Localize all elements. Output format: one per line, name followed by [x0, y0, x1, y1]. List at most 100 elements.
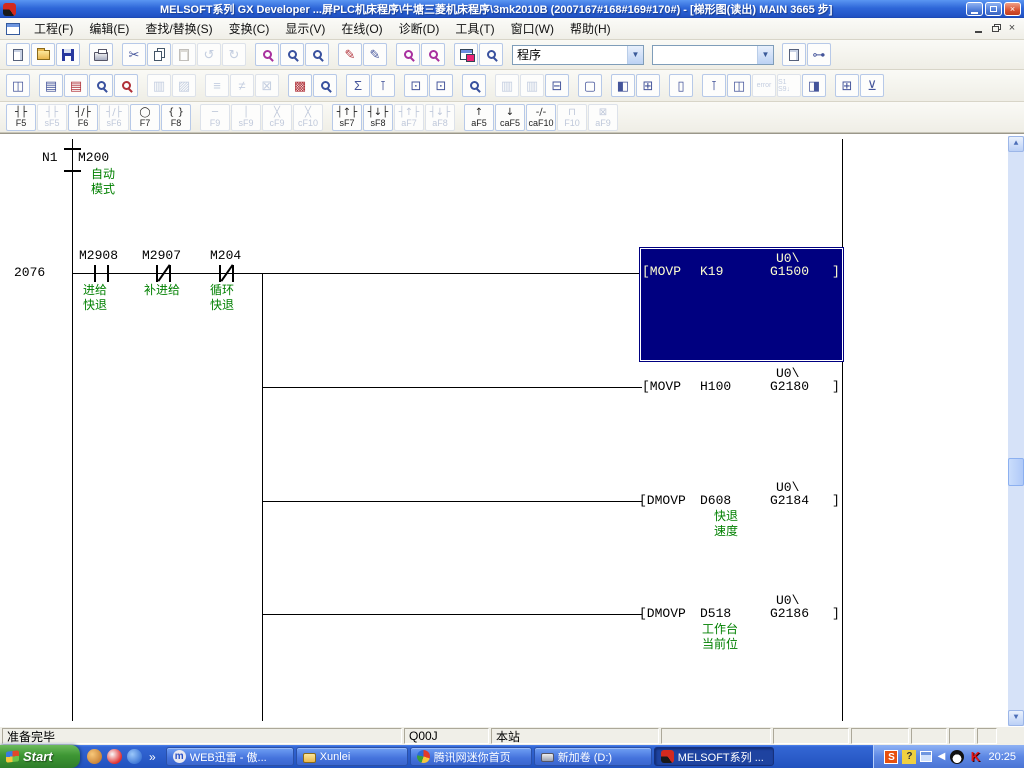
menu-view[interactable]: 显示(V): [277, 17, 333, 40]
zoom-monitor-button[interactable]: [89, 74, 113, 97]
menu-find-replace[interactable]: 查找/替换(S): [137, 17, 220, 40]
instruction-source[interactable]: D518: [700, 607, 731, 620]
collapse-chevron-icon[interactable]: ◀: [936, 750, 946, 764]
chevron-down-icon[interactable]: ▼: [627, 45, 643, 64]
menu-online[interactable]: 在线(O): [333, 17, 390, 40]
monitor-find-button[interactable]: [479, 43, 503, 66]
start-button[interactable]: Start: [0, 745, 80, 768]
save-project-button[interactable]: [56, 43, 80, 66]
grid-view-button[interactable]: ⊞: [835, 74, 859, 97]
flashget-icon[interactable]: [87, 749, 102, 764]
contact-device-label[interactable]: M204: [210, 249, 241, 262]
menu-edit[interactable]: 编辑(E): [81, 17, 137, 40]
taskbar-button-qq-minipage[interactable]: 腾讯网迷你首页: [409, 747, 532, 766]
falling-edge-caf5-button[interactable]: ↓ caF5: [495, 103, 525, 131]
kaspersky-tray-icon[interactable]: K: [968, 749, 982, 764]
menu-help[interactable]: 帮助(H): [562, 17, 619, 40]
screen-monitor-button[interactable]: ▢: [578, 74, 602, 97]
ladder-monitor-button[interactable]: ▤: [39, 74, 63, 97]
mdi-minimize-button[interactable]: [970, 22, 986, 36]
zoom-out-button[interactable]: [396, 43, 420, 66]
copy-button[interactable]: [147, 43, 171, 66]
instruction-source[interactable]: H100: [700, 380, 731, 393]
monitor-condition-button[interactable]: [313, 74, 337, 97]
chevron-more-icon[interactable]: »: [147, 750, 158, 764]
zoom-in-button[interactable]: [421, 43, 445, 66]
jump-window-2-button[interactable]: ⊡: [429, 74, 453, 97]
program-type-combobox[interactable]: 程序 ▼: [512, 44, 644, 65]
doc-view-button[interactable]: ▯: [669, 74, 693, 97]
menu-project[interactable]: 工程(F): [26, 17, 81, 40]
sort-down-button[interactable]: ⊻: [860, 74, 884, 97]
tree-view-button[interactable]: ◧: [611, 74, 635, 97]
menu-tools[interactable]: 工具(T): [447, 17, 502, 40]
jump-window-1-button[interactable]: ⊡: [404, 74, 428, 97]
print-button[interactable]: [89, 43, 113, 66]
instruction-dest[interactable]: G2184: [770, 494, 809, 507]
rising-pulse-sf7-button[interactable]: ┤↑├ sF7: [332, 103, 362, 131]
vertical-scrollbar[interactable]: ▲ ▼: [1008, 136, 1024, 726]
close-button[interactable]: ×: [1004, 2, 1021, 16]
window-list-button[interactable]: ◨: [802, 74, 826, 97]
instruction-opcode[interactable]: [MOVP: [642, 380, 681, 393]
device-name-combobox[interactable]: ▼: [652, 44, 774, 65]
chevron-down-icon[interactable]: ▼: [757, 45, 773, 64]
comment-display-button[interactable]: ◫: [6, 74, 30, 97]
verify-monitor-button[interactable]: ⊞: [636, 74, 660, 97]
nest-device-label[interactable]: M200: [78, 151, 109, 164]
menu-diagnostics[interactable]: 诊断(D): [391, 17, 448, 40]
stack-monitor-button[interactable]: ⊺: [702, 74, 726, 97]
instruction-opcode[interactable]: [DMOVP: [639, 494, 686, 507]
taskbar-button-webthunder[interactable]: m WEB迅雷 - 傲...: [165, 747, 294, 766]
device-batch-button[interactable]: ▩: [288, 74, 312, 97]
contact-device-label[interactable]: M2908: [79, 249, 118, 262]
open-project-button[interactable]: [31, 43, 55, 66]
find-instruction-button[interactable]: [305, 43, 329, 66]
mdi-close-button[interactable]: ×: [1004, 22, 1020, 36]
doc-check-button[interactable]: [782, 43, 806, 66]
parameter-tree-button[interactable]: ⊶: [807, 43, 831, 66]
menu-window[interactable]: 窗口(W): [503, 17, 562, 40]
qq-tray-icon[interactable]: [950, 749, 965, 764]
maximize-button[interactable]: [985, 2, 1002, 16]
device-edit-button[interactable]: ✎: [363, 43, 387, 66]
zoom-edit-button[interactable]: [114, 74, 138, 97]
minimize-button[interactable]: [966, 2, 983, 16]
network-monitor-button[interactable]: [462, 74, 486, 97]
network-tray-icon[interactable]: [920, 751, 933, 762]
instruction-dest[interactable]: G2186: [770, 607, 809, 620]
rising-edge-af5-button[interactable]: ↑ aF5: [464, 103, 494, 131]
find-button[interactable]: [255, 43, 279, 66]
instruction-opcode[interactable]: [DMOVP: [639, 607, 686, 620]
find-device-button[interactable]: [280, 43, 304, 66]
device-test-button[interactable]: ✎: [338, 43, 362, 66]
cascade-windows-button[interactable]: [454, 43, 478, 66]
program-flow-button[interactable]: ⊟: [545, 74, 569, 97]
qq-icon[interactable]: [107, 749, 122, 764]
cut-button[interactable]: ✂: [122, 43, 146, 66]
instruction-source[interactable]: D608: [700, 494, 731, 507]
media-player-icon[interactable]: [127, 749, 142, 764]
statement-display-button[interactable]: Σ: [346, 74, 370, 97]
scroll-down-button[interactable]: ▼: [1008, 710, 1024, 726]
ladder-window-icon[interactable]: [6, 22, 20, 35]
menu-convert[interactable]: 变换(C): [221, 17, 278, 40]
application-instruction-f8-button[interactable]: { } F8: [161, 103, 191, 131]
new-project-button[interactable]: [6, 43, 30, 66]
closed-contact-f6-button[interactable]: ┤/├ F6: [68, 103, 98, 131]
help-tray-icon[interactable]: ?: [902, 749, 917, 764]
coil-f7-button[interactable]: ◯ F7: [130, 103, 160, 131]
scrollbar-thumb[interactable]: [1008, 458, 1024, 486]
window-copy-button[interactable]: ◫: [727, 74, 751, 97]
taskbar-button-volume-d[interactable]: 新加卷 (D:): [533, 747, 652, 766]
open-contact-f5-button[interactable]: ┤├ F5: [6, 103, 36, 131]
falling-pulse-sf8-button[interactable]: ┤↓├ sF8: [363, 103, 393, 131]
ladder-editor-area[interactable]: N1 M200 自动 模式 2076 M2908 进给 快退 M2907 补进给…: [0, 133, 1024, 727]
ladder-edit-button[interactable]: ▤: [64, 74, 88, 97]
taskbar-button-melsoft[interactable]: MELSOFT系列 ...: [653, 747, 774, 766]
sogou-tray-icon[interactable]: S: [884, 749, 899, 764]
scroll-up-button[interactable]: ▲: [1008, 136, 1024, 152]
mdi-restore-button[interactable]: [987, 22, 1003, 36]
note-display-button[interactable]: ⊺: [371, 74, 395, 97]
taskbar-button-xunlei[interactable]: Xunlei: [295, 747, 408, 766]
